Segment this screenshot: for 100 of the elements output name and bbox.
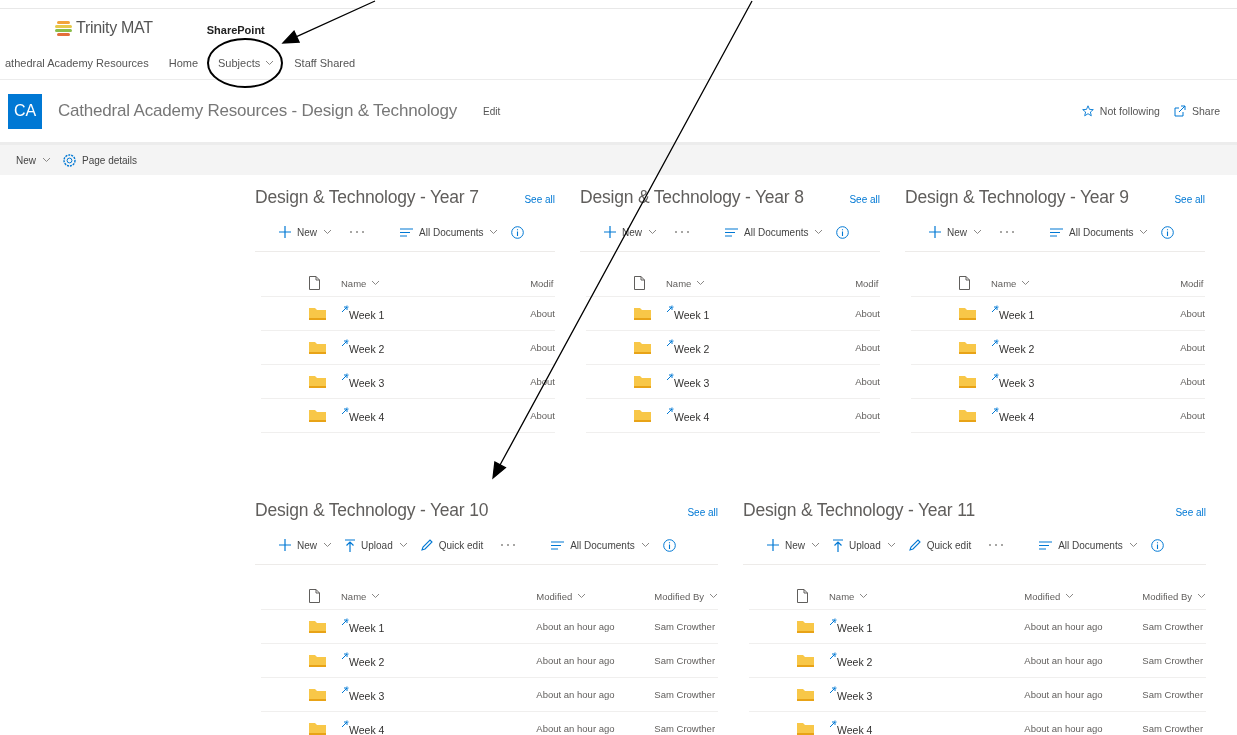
column-header[interactable]: Modified <box>1024 590 1075 602</box>
folder-icon <box>309 409 326 422</box>
column-header[interactable]: Name <box>666 277 706 289</box>
table-cell: Sam Crowther <box>1142 723 1204 734</box>
file-name-link[interactable]: Week 1 <box>999 309 1035 321</box>
file-icon <box>309 589 320 603</box>
plus-icon <box>604 226 616 238</box>
column-header[interactable]: Name <box>341 277 381 289</box>
column-header[interactable]: Modified By <box>654 590 718 602</box>
nav-link[interactable]: athedral Academy Resources <box>5 57 149 69</box>
info-icon[interactable] <box>1150 538 1164 552</box>
follow-button[interactable]: Not following <box>1081 105 1160 117</box>
file-name-link[interactable]: Week 2 <box>999 343 1035 355</box>
column-header[interactable]: Name <box>341 590 381 602</box>
more-icon[interactable] <box>674 230 690 234</box>
table-cell: About <box>1180 376 1205 387</box>
new-item-icon <box>341 305 349 313</box>
info-icon[interactable] <box>1161 225 1175 239</box>
table-cell: About an hour ago <box>536 655 615 666</box>
chevron-icon <box>973 229 982 235</box>
quick-edit-button[interactable]: Quick edit <box>908 539 972 551</box>
file-name-link[interactable]: Week 1 <box>837 622 873 634</box>
upload-icon <box>833 538 843 552</box>
chevron-icon <box>323 229 332 235</box>
upload-button[interactable]: Upload <box>833 538 896 552</box>
file-name-link[interactable]: Week 4 <box>837 724 873 735</box>
new-button[interactable]: New <box>279 226 332 238</box>
new-item-icon <box>991 339 999 347</box>
view-selector[interactable]: All Documents <box>1039 539 1138 551</box>
upload-button[interactable]: Upload <box>345 538 408 552</box>
see-all-link[interactable]: See all <box>849 193 880 205</box>
file-name-link[interactable]: Week 4 <box>349 724 385 735</box>
info-icon[interactable] <box>511 225 525 239</box>
file-name-link[interactable]: Week 4 <box>674 411 710 423</box>
file-name-link[interactable]: Week 2 <box>837 656 873 668</box>
folder-icon <box>959 341 976 354</box>
lines-icon <box>551 540 565 550</box>
nav-link[interactable]: Subjects <box>218 57 275 69</box>
table-cell: About an hour ago <box>1024 655 1103 666</box>
file-name-link[interactable]: Week 2 <box>674 343 710 355</box>
folder-icon <box>309 341 326 354</box>
file-name-link[interactable]: Week 3 <box>349 377 385 389</box>
column-header[interactable]: Modif <box>1180 277 1204 289</box>
new-button[interactable]: New <box>929 226 982 238</box>
file-name-link[interactable]: Week 3 <box>674 377 710 389</box>
info-icon[interactable] <box>836 225 850 239</box>
see-all-link[interactable]: See all <box>1174 193 1205 205</box>
library-title: Design & Technology - Year 11 <box>743 499 975 521</box>
see-all-link[interactable]: See all <box>524 193 555 205</box>
library-title: Design & Technology - Year 9 <box>905 186 1129 208</box>
plus-icon <box>279 539 291 551</box>
file-name-link[interactable]: Week 4 <box>349 411 385 423</box>
see-all-link[interactable]: See all <box>1175 506 1206 518</box>
more-icon[interactable] <box>988 543 1005 547</box>
file-name-link[interactable]: Week 2 <box>349 656 385 668</box>
table-cell: About <box>530 342 555 353</box>
view-selector[interactable]: All Documents <box>1050 226 1149 238</box>
nav-link[interactable]: Staff Shared <box>294 57 356 69</box>
folder-icon <box>797 688 814 701</box>
logo-icon <box>55 19 72 37</box>
new-button[interactable]: New <box>16 154 51 166</box>
table-cell: About an hour ago <box>1024 689 1103 700</box>
edit-link[interactable]: Edit <box>483 105 501 117</box>
column-header[interactable]: Modif <box>855 277 879 289</box>
view-selector[interactable]: All Documents <box>400 226 499 238</box>
file-icon <box>309 276 320 290</box>
star-icon <box>1081 105 1094 117</box>
new-button[interactable]: New <box>279 539 332 551</box>
see-all-link[interactable]: See all <box>687 506 718 518</box>
more-icon[interactable] <box>349 230 365 234</box>
page-details-button[interactable]: Page details <box>63 153 138 167</box>
file-name-link[interactable]: Week 1 <box>674 309 710 321</box>
column-header[interactable]: Name <box>829 590 869 602</box>
column-header[interactable]: Modified <box>536 590 587 602</box>
info-icon[interactable] <box>662 538 676 552</box>
settings-icon <box>63 153 76 167</box>
file-name-link[interactable]: Week 3 <box>349 690 385 702</box>
view-selector[interactable]: All Documents <box>725 226 824 238</box>
more-icon[interactable] <box>500 543 517 547</box>
table-cell: About <box>855 376 880 387</box>
file-name-link[interactable]: Week 1 <box>349 622 385 634</box>
file-name-link[interactable]: Week 2 <box>349 343 385 355</box>
quick-edit-button[interactable]: Quick edit <box>420 539 484 551</box>
share-button[interactable]: Share <box>1173 105 1220 117</box>
new-button[interactable]: New <box>767 539 820 551</box>
nav-link[interactable]: Home <box>168 57 199 69</box>
file-name-link[interactable]: Week 3 <box>837 690 873 702</box>
column-header[interactable]: Modified By <box>1142 590 1206 602</box>
file-name-link[interactable]: Week 4 <box>999 411 1035 423</box>
file-name-link[interactable]: Week 1 <box>349 309 385 321</box>
folder-icon <box>309 654 326 667</box>
column-header[interactable]: Modif <box>530 277 554 289</box>
new-item-icon <box>829 652 837 660</box>
column-header[interactable]: Name <box>991 277 1031 289</box>
file-name-link[interactable]: Week 3 <box>999 377 1035 389</box>
new-item-icon <box>991 305 999 313</box>
logo-text: Trinity MAT <box>76 19 153 37</box>
more-icon[interactable] <box>999 230 1015 234</box>
view-selector[interactable]: All Documents <box>551 539 650 551</box>
library-title: Design & Technology - Year 10 <box>255 499 489 521</box>
